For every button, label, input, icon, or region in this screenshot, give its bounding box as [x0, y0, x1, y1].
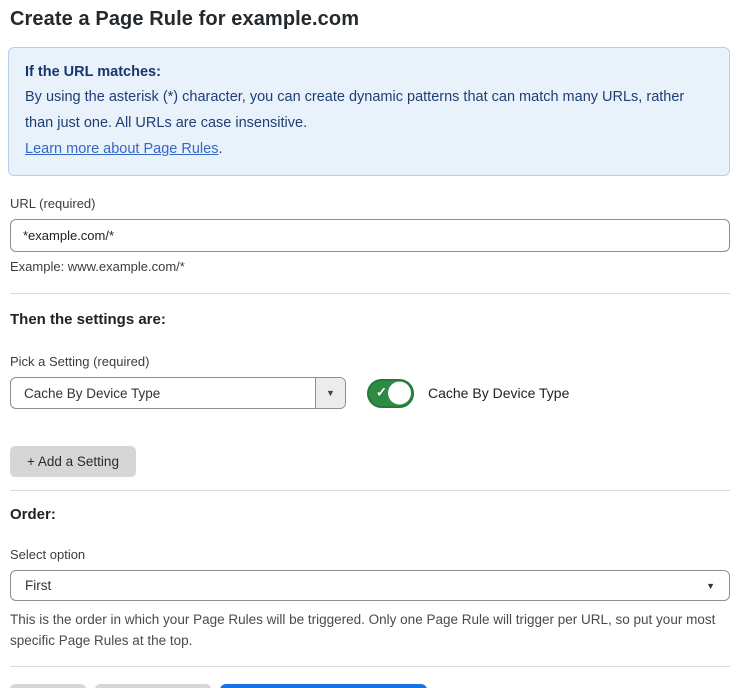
url-field-helper: Example: www.example.com/* [10, 259, 730, 274]
setting-row: Cache By Device Type ▼ ✓ Cache By Device… [10, 377, 730, 409]
url-match-info-box: If the URL matches: By using the asteris… [8, 47, 730, 176]
setting-select[interactable]: Cache By Device Type ▼ [10, 377, 346, 409]
order-select-label: Select option [10, 547, 730, 562]
info-link-line: Learn more about Page Rules. [25, 136, 713, 162]
order-helper-text: This is the order in which your Page Rul… [10, 609, 726, 651]
toggle-label: Cache By Device Type [428, 385, 569, 401]
footer-actions: Cancel Save as Draft Save and Deploy Pag… [10, 684, 730, 688]
toggle-knob [388, 382, 411, 405]
info-box-body: By using the asterisk (*) character, you… [25, 84, 713, 136]
chevron-down-icon: ▼ [326, 388, 335, 398]
add-setting-button[interactable]: + Add a Setting [10, 446, 136, 477]
divider [10, 293, 730, 294]
cancel-button[interactable]: Cancel [10, 684, 86, 688]
url-input[interactable] [10, 219, 730, 252]
settings-section-heading: Then the settings are: [10, 311, 730, 328]
info-box-heading: If the URL matches: [25, 60, 713, 84]
learn-more-link[interactable]: Learn more about Page Rules [25, 141, 218, 157]
order-select-value: First [25, 578, 51, 593]
link-suffix: . [218, 141, 222, 157]
chevron-down-icon: ▼ [706, 581, 715, 591]
save-as-draft-button[interactable]: Save as Draft [95, 684, 211, 688]
divider [10, 666, 730, 667]
order-section-heading: Order: [10, 506, 730, 523]
save-and-deploy-button[interactable]: Save and Deploy Page Rule [220, 684, 428, 688]
check-icon: ✓ [376, 385, 387, 401]
page-rule-form: Create a Page Rule for example.com If th… [10, 0, 730, 688]
url-field-label: URL (required) [10, 196, 730, 211]
divider [10, 490, 730, 491]
setting-picker-label: Pick a Setting (required) [10, 354, 730, 369]
setting-select-arrow-button[interactable]: ▼ [315, 378, 345, 408]
page-title: Create a Page Rule for example.com [10, 8, 730, 31]
order-select[interactable]: First ▼ [10, 570, 730, 601]
cache-by-device-type-toggle[interactable]: ✓ [367, 379, 414, 408]
setting-select-value: Cache By Device Type [11, 378, 315, 408]
